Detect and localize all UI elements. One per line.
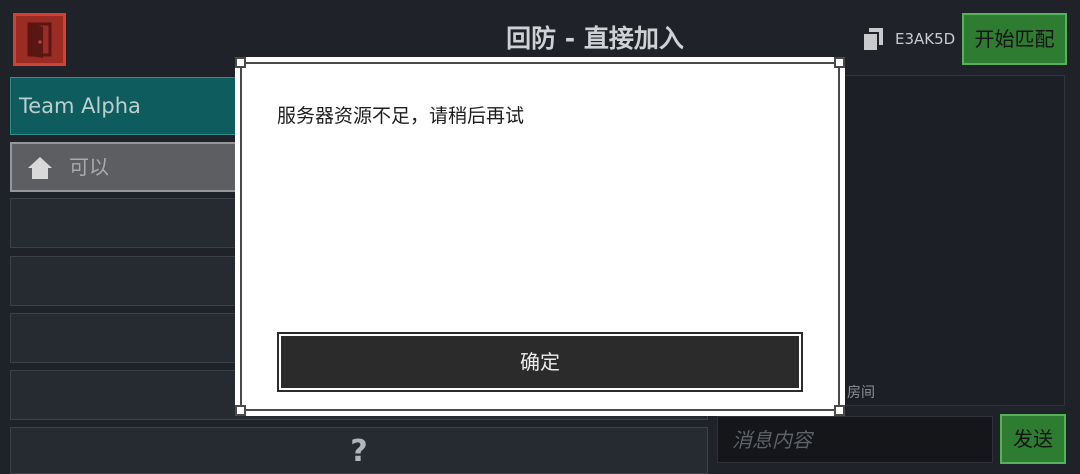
room-code: E3AK5D xyxy=(895,30,956,48)
lobby-screen: 回防 - 直接加入 E3AK5D 开始匹配 Team Alpha 可以 ? 房间 xyxy=(0,0,1080,474)
dialog-corner xyxy=(834,57,845,68)
send-button[interactable]: 发送 xyxy=(1000,414,1066,464)
house-icon xyxy=(27,155,53,181)
dialog-corner xyxy=(235,57,246,68)
message-input[interactable] xyxy=(717,416,993,463)
room-code-copy[interactable]: E3AK5D xyxy=(860,24,956,54)
page-title: 回防 - 直接加入 xyxy=(506,24,684,53)
confirm-button[interactable]: 确定 xyxy=(277,332,803,392)
question-mark-label: ? xyxy=(350,434,368,469)
dialog-message: 服务器资源不足，请稍后再试 xyxy=(277,105,525,127)
random-slot-button[interactable]: ? xyxy=(10,427,708,474)
door-exit-icon xyxy=(13,13,66,66)
dialog-corner xyxy=(235,405,246,416)
dialog-corner xyxy=(834,405,845,416)
chat-log-line: 房间 xyxy=(847,385,875,401)
start-match-button[interactable]: 开始匹配 xyxy=(962,13,1067,65)
copy-icon xyxy=(860,26,886,52)
player-name: 可以 xyxy=(69,155,109,179)
error-dialog: 服务器资源不足，请稍后再试 确定 xyxy=(235,57,845,416)
team-name: Team Alpha xyxy=(19,94,141,118)
exit-button[interactable] xyxy=(13,13,66,66)
